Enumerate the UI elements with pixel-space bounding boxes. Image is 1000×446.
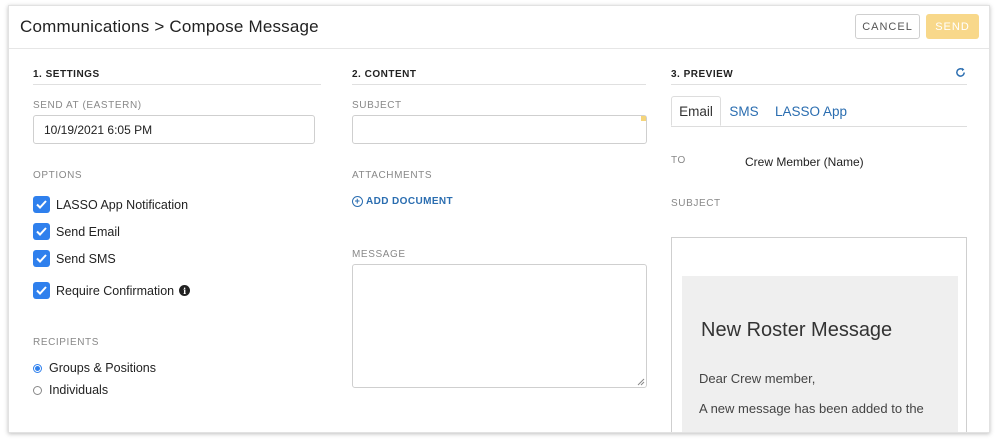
recipient-groups-positions[interactable]: Groups & Positions [33, 361, 156, 375]
recipients-label: RECIPIENTS [33, 337, 100, 348]
tab-sms[interactable]: SMS [725, 96, 763, 126]
email-preview-frame: New Roster Message Dear Crew member, A n… [671, 237, 967, 432]
radio-unselected-icon[interactable] [33, 385, 42, 395]
send-at-input[interactable]: 10/19/2021 6:05 PM [33, 115, 315, 144]
top-bar: Communications > Compose Message CANCEL … [9, 6, 989, 49]
option-send-sms[interactable]: Send SMS [33, 250, 116, 267]
option-require-confirmation[interactable]: Require Confirmation i [33, 282, 191, 299]
radio-label: Groups & Positions [49, 361, 156, 375]
email-body-text: A new message has been added to the [699, 401, 924, 416]
email-title: New Roster Message [701, 319, 893, 341]
attachments-label: ATTACHMENTS [352, 170, 433, 181]
option-label: LASSO App Notification [56, 197, 189, 212]
add-document-link[interactable]: + ADD DOCUMENT [352, 196, 453, 207]
option-label: Require Confirmation [56, 283, 175, 298]
add-document-label: ADD DOCUMENT [366, 196, 454, 207]
checkbox-checked-icon[interactable] [33, 250, 50, 267]
options-label: OPTIONS [33, 170, 83, 181]
subject-label: SUBJECT [352, 100, 402, 111]
cancel-button[interactable]: CANCEL [855, 14, 920, 39]
subject-input[interactable] [352, 115, 647, 144]
option-label: Send Email [56, 224, 120, 239]
info-icon[interactable]: i [179, 285, 191, 296]
resize-handle-icon[interactable] [637, 378, 645, 386]
to-label: TO [671, 155, 686, 166]
email-greeting: Dear Crew member, [699, 371, 816, 386]
message-label: MESSAGE [352, 249, 406, 260]
tab-email[interactable]: Email [671, 96, 721, 126]
email-preview-body: New Roster Message Dear Crew member, A n… [682, 276, 958, 432]
settings-heading: 1. SETTINGS [33, 69, 321, 85]
page-title: Communications > Compose Message [20, 17, 319, 36]
radio-selected-icon[interactable] [33, 363, 42, 373]
tab-lasso-app[interactable]: LASSO App [771, 96, 851, 126]
send-at-label: SEND AT (EASTERN) [33, 100, 142, 111]
radio-label: Individuals [49, 383, 109, 397]
preview-heading: 3. PREVIEW [671, 69, 967, 85]
message-textarea[interactable] [352, 264, 647, 388]
preview-tabs: Email SMS LASSO App [671, 96, 967, 127]
option-lasso-app-notification[interactable]: LASSO App Notification [33, 196, 188, 213]
compose-message-panel: Communications > Compose Message CANCEL … [8, 5, 990, 433]
option-send-email[interactable]: Send Email [33, 223, 120, 240]
option-label: Send SMS [56, 251, 116, 266]
checkbox-checked-icon[interactable] [33, 282, 50, 299]
preview-subject-label: SUBJECT [671, 198, 721, 209]
recipient-individuals[interactable]: Individuals [33, 383, 108, 397]
to-value: Crew Member (Name) [745, 155, 864, 169]
send-button[interactable]: SEND [926, 14, 979, 39]
checkbox-checked-icon[interactable] [33, 223, 50, 240]
content-heading: 2. CONTENT [352, 69, 646, 85]
required-marker [641, 116, 646, 121]
checkbox-checked-icon[interactable] [33, 196, 50, 213]
refresh-icon[interactable] [955, 67, 966, 78]
plus-circle-icon: + [352, 196, 363, 207]
